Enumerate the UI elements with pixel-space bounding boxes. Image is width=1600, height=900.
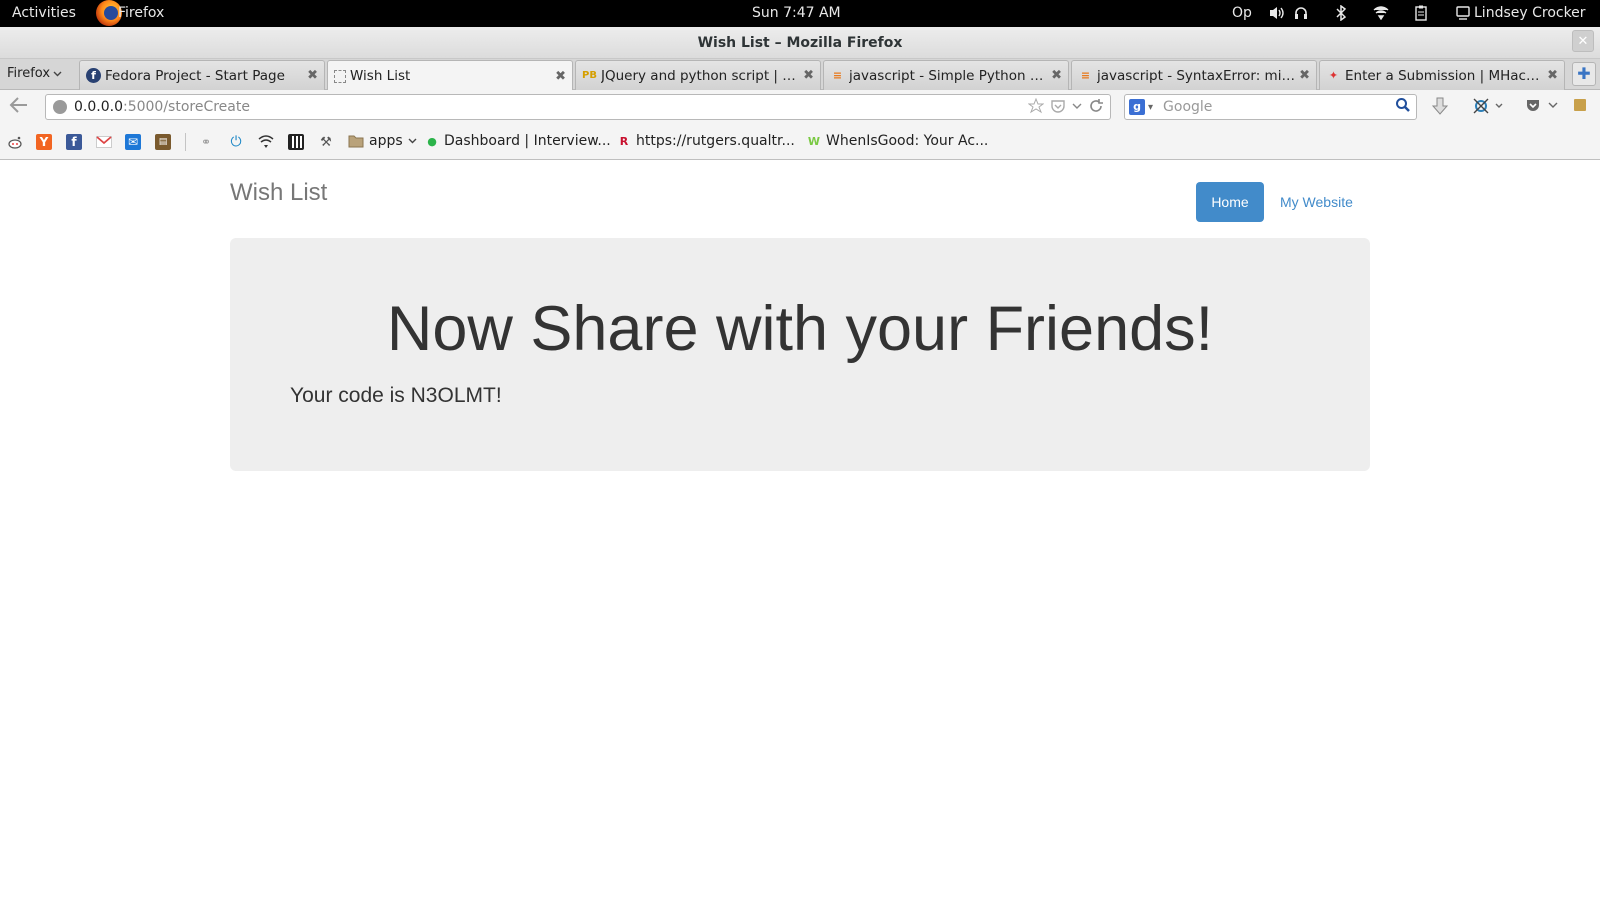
back-arrow-icon bbox=[9, 97, 27, 113]
tab-label: JQuery and python script | p... bbox=[601, 67, 800, 84]
user-status-icon bbox=[1454, 4, 1472, 22]
bookmark-wheningood[interactable]: W WhenIsGood: Your Ac... bbox=[807, 133, 988, 149]
navigation-toolbar: 0.0.0.0:5000/storeCreate g ▾ Google bbox=[0, 90, 1600, 124]
jumbotron: Now Share with your Friends! Your code i… bbox=[230, 238, 1370, 471]
tab-close-icon[interactable]: ✖ bbox=[1299, 68, 1310, 83]
blank-page-icon bbox=[334, 69, 346, 83]
tool-icon[interactable]: ⚒ bbox=[318, 134, 334, 150]
nav-home-link[interactable]: Home bbox=[1196, 182, 1264, 222]
url-host: 0.0.0.0 bbox=[74, 99, 123, 115]
reload-icon[interactable] bbox=[1088, 98, 1104, 114]
bookmark-app-icon[interactable]: ▤ bbox=[155, 134, 171, 150]
bookmark-folder-apps[interactable]: apps bbox=[348, 133, 417, 149]
reddit-icon[interactable] bbox=[7, 134, 23, 150]
stackoverflow-icon: ≡ bbox=[1080, 69, 1091, 82]
tab-close-icon[interactable]: ✖ bbox=[307, 68, 318, 83]
stackoverflow-icon: ≡ bbox=[832, 69, 843, 82]
tab-close-icon[interactable]: ✖ bbox=[1547, 68, 1558, 83]
mhacks-icon: ✦ bbox=[1328, 69, 1339, 82]
url-path: :5000/storeCreate bbox=[122, 99, 250, 115]
input-indicator[interactable]: Op bbox=[1232, 5, 1252, 21]
tab-close-icon[interactable]: ✖ bbox=[803, 68, 814, 83]
film-icon[interactable] bbox=[288, 134, 304, 150]
user-menu[interactable]: Lindsey Crocker bbox=[1474, 5, 1586, 21]
chevron-down-icon bbox=[53, 71, 62, 76]
interview-icon: ● bbox=[427, 134, 437, 148]
nav-my-website-link[interactable]: My Website bbox=[1280, 182, 1353, 222]
headphones-icon[interactable] bbox=[1292, 4, 1310, 22]
new-tab-button[interactable]: ✚ bbox=[1572, 62, 1596, 86]
window-title: Wish List – Mozilla Firefox bbox=[697, 35, 903, 51]
tab-label: Wish List bbox=[350, 68, 411, 84]
link-icon[interactable]: ⚭ bbox=[198, 134, 214, 150]
tab-simple-python[interactable]: ≡ javascript - Simple Python a... ✖ bbox=[823, 60, 1069, 90]
tab-jquery-python[interactable]: PB JQuery and python script | p... ✖ bbox=[575, 60, 821, 90]
rutgers-icon: R bbox=[619, 134, 629, 148]
bookmarks-menu-icon[interactable] bbox=[1572, 97, 1588, 119]
power-icon[interactable]: ⏻ bbox=[228, 134, 244, 150]
toolbar-separator bbox=[185, 133, 186, 151]
bookmark-label: https://rutgers.qualtr... bbox=[636, 133, 795, 149]
search-bar[interactable]: g ▾ Google bbox=[1124, 94, 1417, 120]
page-heading: Now Share with your Friends! bbox=[386, 294, 1214, 364]
chevron-down-icon bbox=[408, 138, 417, 144]
fedora-icon: f bbox=[86, 68, 101, 83]
search-input[interactable]: Google bbox=[1163, 99, 1212, 115]
site-brand[interactable]: Wish List bbox=[230, 179, 327, 207]
search-icon[interactable] bbox=[1393, 97, 1413, 117]
bookmark-label: WhenIsGood: Your Ac... bbox=[826, 133, 989, 149]
clock[interactable]: Sun 7:47 AM bbox=[752, 5, 841, 21]
bookmarks-toolbar: Y f ✉ ▤ ⚭ ⏻ ⚒ apps ● Dashboard | Intervi… bbox=[0, 124, 1600, 160]
back-button[interactable] bbox=[8, 96, 30, 118]
network-tool-icon[interactable] bbox=[1470, 97, 1506, 119]
share-code-text: Your code is N3OLMT! bbox=[290, 384, 502, 407]
web-page: Wish List Home My Website Now Share with… bbox=[0, 161, 1600, 900]
url-bar[interactable]: 0.0.0.0:5000/storeCreate bbox=[45, 94, 1111, 120]
downloads-icon[interactable] bbox=[1429, 97, 1451, 119]
tab-syntax-error[interactable]: ≡ javascript - SyntaxError: mis... ✖ bbox=[1071, 60, 1317, 90]
history-dropdown-icon[interactable] bbox=[1072, 98, 1082, 114]
bluetooth-icon[interactable] bbox=[1332, 4, 1350, 22]
wifi-bookmark-icon[interactable] bbox=[258, 134, 274, 150]
pocket-toolbar-icon[interactable] bbox=[1522, 97, 1544, 119]
clipboard-icon[interactable] bbox=[1412, 4, 1430, 22]
tab-close-icon[interactable]: ✖ bbox=[555, 69, 566, 84]
wifi-icon[interactable] bbox=[1372, 4, 1390, 22]
bookmark-folder-label: apps bbox=[369, 133, 403, 149]
bookmark-rutgers-qualtrics[interactable]: R https://rutgers.qualtr... bbox=[617, 133, 795, 149]
volume-icon[interactable] bbox=[1268, 4, 1286, 22]
app-menu-button[interactable]: Firefox bbox=[118, 5, 164, 21]
tab-label: javascript - SyntaxError: mis... bbox=[1097, 67, 1296, 84]
tab-strip: Firefox f Fedora Project - Start Page ✖ … bbox=[0, 59, 1600, 91]
wheningood-icon: W bbox=[807, 134, 821, 148]
tab-mhacks-submission[interactable]: ✦ Enter a Submission | MHack... ✖ bbox=[1319, 60, 1565, 90]
chevron-down-icon[interactable]: ▾ bbox=[1148, 102, 1153, 113]
tab-wish-list[interactable]: Wish List ✖ bbox=[327, 60, 573, 91]
bookmark-label: Dashboard | Interview... bbox=[444, 133, 611, 149]
bookmark-star-icon[interactable] bbox=[1028, 98, 1044, 114]
chat-icon[interactable]: ✉ bbox=[125, 134, 141, 150]
tab-label: Fedora Project - Start Page bbox=[105, 67, 285, 84]
tab-label: Enter a Submission | MHack... bbox=[1345, 67, 1544, 84]
facebook-icon[interactable]: f bbox=[66, 134, 82, 150]
gmail-icon[interactable] bbox=[96, 134, 112, 150]
activities-button[interactable]: Activities bbox=[12, 5, 76, 21]
window-close-button[interactable]: ✕ bbox=[1572, 30, 1594, 52]
bookmark-dashboard[interactable]: ● Dashboard | Interview... bbox=[425, 133, 611, 149]
pastebin-icon: PB bbox=[582, 70, 597, 81]
folder-icon bbox=[348, 135, 364, 148]
tab-fedora-start[interactable]: f Fedora Project - Start Page ✖ bbox=[79, 60, 325, 90]
window-title-bar[interactable]: Wish List – Mozilla Firefox ✕ bbox=[0, 27, 1600, 59]
google-engine-icon[interactable]: g bbox=[1129, 99, 1145, 115]
tab-label: javascript - Simple Python a... bbox=[849, 67, 1048, 84]
tab-close-icon[interactable]: ✖ bbox=[1051, 68, 1062, 83]
hacker-news-icon[interactable]: Y bbox=[36, 134, 52, 150]
pocket-icon[interactable] bbox=[1050, 98, 1066, 114]
site-identity-icon[interactable] bbox=[53, 100, 67, 114]
firefox-menu-button[interactable]: Firefox bbox=[7, 66, 62, 81]
gnome-top-bar: Activities Firefox Sun 7:47 AM Op Lindse… bbox=[0, 0, 1600, 27]
chevron-down-icon[interactable] bbox=[1547, 97, 1559, 119]
firefox-menu-label: Firefox bbox=[7, 66, 51, 81]
